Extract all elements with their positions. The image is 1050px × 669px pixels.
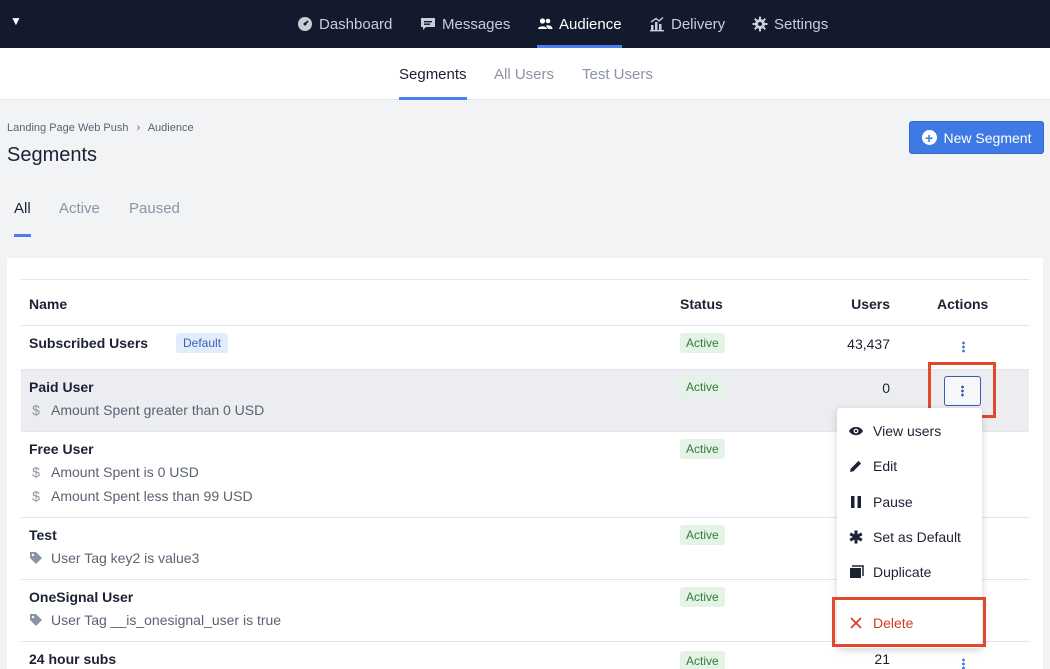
condition-text: Amount Spent less than 99 USD (51, 488, 253, 504)
row-actions-kebab-icon[interactable] (955, 339, 971, 355)
menu-item-label: Pause (873, 494, 913, 510)
breadcrumb-app[interactable]: Landing Page Web Push (7, 122, 129, 134)
segment-name[interactable]: OneSignal User (29, 589, 133, 605)
menu-item-label: Duplicate (873, 564, 932, 580)
segment-condition: User Tag __is_onesignal_user is true (29, 612, 281, 628)
header-status[interactable]: Status (680, 296, 723, 312)
menu-item-edit[interactable]: Edit (848, 458, 897, 474)
header-name[interactable]: Name (29, 296, 67, 312)
nav-dashboard[interactable]: Dashboard (297, 0, 392, 48)
status-badge: Active (680, 439, 725, 459)
delivery-icon (649, 16, 665, 32)
segments-table: Name Status Users Actions Subscribed Use… (21, 279, 1029, 669)
dashboard-icon (297, 16, 313, 32)
nav-audience-label: Audience (559, 15, 622, 33)
nav-delivery[interactable]: Delivery (649, 0, 725, 48)
users-count: 0 (882, 380, 890, 396)
eye-icon (848, 423, 864, 439)
messages-icon (420, 16, 436, 32)
status-badge: Active (680, 587, 725, 607)
tab-segments[interactable]: Segments (399, 48, 467, 100)
filter-active[interactable]: Active (59, 200, 100, 231)
nav-delivery-label: Delivery (671, 15, 726, 33)
status-badge: Active (680, 525, 725, 545)
tab-all-users[interactable]: All Users (494, 48, 554, 100)
tag-icon (29, 613, 43, 627)
gear-icon (752, 16, 768, 32)
default-badge: Default (176, 333, 229, 353)
segment-condition: User Tag key2 is value3 (29, 550, 199, 566)
asterisk-icon (848, 529, 864, 545)
condition-text: User Tag key2 is value3 (51, 550, 200, 566)
header-actions: Actions (937, 296, 989, 312)
tab-test-users[interactable]: Test Users (582, 48, 653, 100)
segment-condition: $ Amount Spent less than 99 USD (29, 488, 253, 504)
users-count: 21 (874, 651, 890, 667)
highlight-box (832, 597, 986, 647)
pause-icon (848, 494, 864, 510)
top-nav: ▼ Dashboard Messages Audience Delivery S… (0, 0, 1050, 48)
segment-name[interactable]: Paid User (29, 379, 94, 395)
menu-item-label: Edit (873, 458, 898, 474)
nav-settings-label: Settings (774, 15, 829, 33)
nav-settings[interactable]: Settings (752, 0, 828, 48)
sub-nav: Segments All Users Test Users (0, 48, 1050, 100)
breadcrumb-section[interactable]: Audience (148, 122, 194, 134)
nav-audience[interactable]: Audience (537, 0, 622, 48)
menu-item-label: Set as Default (873, 529, 961, 545)
menu-item-duplicate[interactable]: Duplicate (848, 564, 931, 580)
menu-item-view-users[interactable]: View users (848, 423, 941, 439)
header-users[interactable]: Users (851, 296, 890, 312)
nav-messages[interactable]: Messages (420, 0, 510, 48)
table-header: Name Status Users Actions (21, 280, 1029, 326)
app-switcher-caret-icon[interactable]: ▼ (10, 14, 22, 28)
audience-icon (537, 16, 553, 32)
breadcrumb: Landing Page Web Push › Audience (7, 122, 194, 134)
filter-paused[interactable]: Paused (129, 200, 180, 231)
segment-condition: $ Amount Spent is 0 USD (29, 464, 199, 480)
filter-all[interactable]: All (14, 200, 31, 237)
tag-icon (29, 551, 43, 565)
row-actions-kebab-icon[interactable] (955, 656, 971, 669)
condition-text: Amount Spent greater than 0 USD (51, 402, 265, 418)
status-badge: Active (680, 651, 725, 669)
page-title: Segments (7, 144, 98, 166)
dollar-icon: $ (32, 402, 40, 418)
plus-circle-icon: + (921, 130, 937, 145)
new-segment-label: New Segment (943, 129, 1032, 146)
breadcrumb-separator: › (136, 122, 141, 134)
segment-name[interactable]: Free User (29, 441, 94, 457)
nav-dashboard-label: Dashboard (319, 15, 393, 33)
dollar-icon: $ (32, 464, 40, 480)
segment-name[interactable]: Subscribed Users (29, 335, 148, 351)
menu-item-label: View users (873, 423, 942, 439)
condition-text: Amount Spent is 0 USD (51, 464, 199, 480)
segment-condition: $ Amount Spent greater than 0 USD (29, 402, 264, 418)
table-row[interactable]: Subscribed Users Default Active 43,437 (21, 326, 1029, 370)
segment-name[interactable]: 24 hour subs (29, 651, 116, 667)
menu-item-pause[interactable]: Pause (848, 494, 913, 510)
pencil-icon (848, 458, 864, 474)
status-badge: Active (680, 333, 725, 353)
segment-name[interactable]: Test (29, 527, 57, 543)
new-segment-button[interactable]: + New Segment (909, 121, 1044, 154)
condition-text: User Tag __is_onesignal_user is true (51, 612, 282, 628)
users-count: 43,437 (847, 336, 890, 352)
menu-item-set-default[interactable]: Set as Default (848, 529, 961, 545)
duplicate-icon (848, 564, 864, 580)
status-badge: Active (680, 377, 725, 397)
nav-messages-label: Messages (442, 15, 511, 33)
dollar-icon: $ (32, 488, 40, 504)
